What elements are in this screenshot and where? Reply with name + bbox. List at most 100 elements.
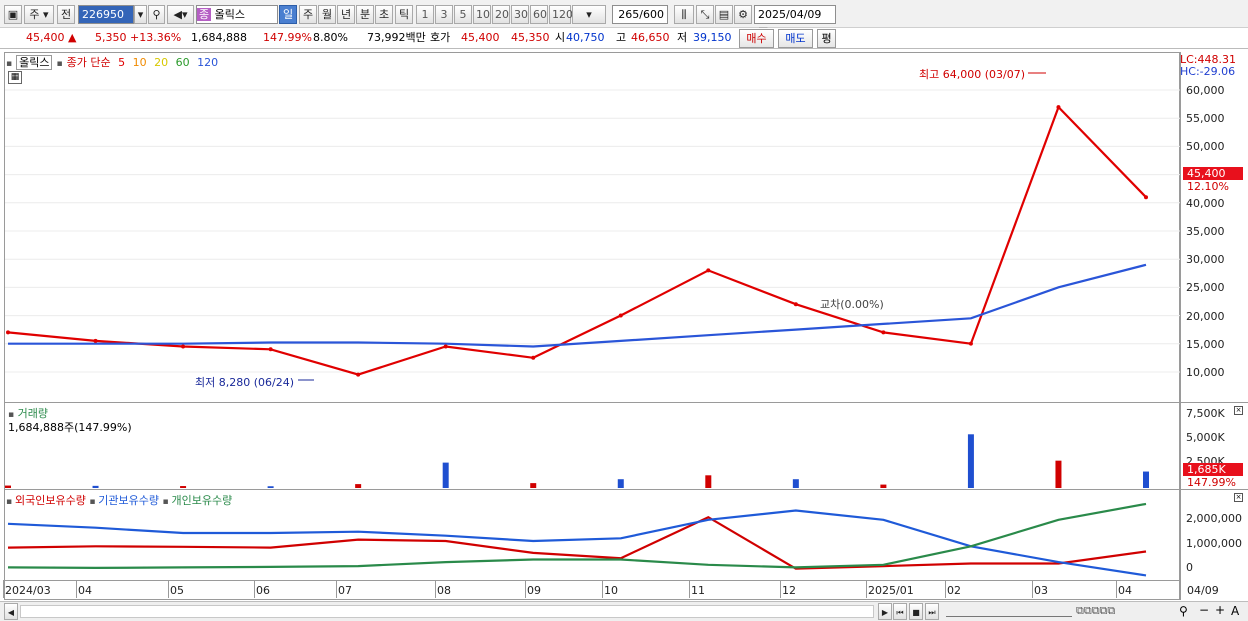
ma-legend-10[interactable]: 10 [129, 56, 147, 69]
volume-bar [1055, 460, 1062, 488]
x-tick: 04 [78, 584, 92, 597]
x-tick: 10 [604, 584, 618, 597]
x-tick: 2025/01 [868, 584, 914, 597]
holdings-legend-1[interactable]: 기관보유수량 [98, 494, 162, 507]
price-point [1144, 195, 1148, 200]
x-tick: 02 [947, 584, 961, 597]
price-point [531, 355, 536, 360]
x-tick: 07 [338, 584, 352, 597]
volume-bar [1143, 471, 1149, 488]
legend-bullet-icon: ▪ [6, 497, 15, 507]
legend-stock-name[interactable]: 올릭스 [16, 55, 53, 70]
x-tick-mark [780, 580, 781, 598]
scroll-right-icon[interactable]: ▶ [878, 603, 892, 620]
price-y-tick: 15,000 [1186, 337, 1225, 351]
x-tick: 2024/03 [5, 584, 51, 597]
x-tick-mark [336, 580, 337, 598]
holdings-legend-0[interactable]: 외국인보유수량 [15, 494, 89, 507]
volume-bar [967, 434, 974, 488]
ma-period-list: 5 10 20 60 120 [115, 56, 223, 69]
volume-panel-value: 1,684,888주(147.99%) [8, 421, 132, 434]
bottom-scroll-bar: ◀ ▶ ⏮ ■ ⏭ ⧉⧉⧉⧉⧉ ⚲ − + A [0, 601, 1248, 621]
price-point [618, 313, 623, 318]
x-tick-mark [168, 580, 169, 598]
price-point [881, 330, 886, 335]
x-tick-mark [945, 580, 946, 598]
volume-panel-close-icon[interactable]: × [1234, 406, 1243, 415]
volume-pct-badge: 147.99% [1187, 476, 1236, 489]
stop-icon[interactable]: ■ [909, 603, 923, 620]
zoom-in-icon[interactable]: + [1215, 603, 1225, 617]
volume-bar [180, 486, 187, 488]
horizontal-scrollbar[interactable] [20, 605, 874, 618]
ma-legend-20[interactable]: 20 [151, 56, 168, 69]
zoom-out-icon[interactable]: − [1199, 603, 1209, 617]
x-tick: 04 [1118, 584, 1132, 597]
volume-y-tick: 5,000K [1186, 431, 1225, 444]
x-tick-mark [76, 580, 77, 598]
price-series-0 [7, 105, 1147, 376]
volume-bar [617, 479, 624, 488]
legend-ma-title[interactable]: 종가 단순 [67, 56, 111, 69]
price-point [356, 372, 361, 377]
zoom-slider[interactable] [946, 606, 1072, 617]
hc-label: HC:-29.06 [1180, 65, 1236, 78]
holdings-series-0 [7, 515, 1147, 570]
x-tick-mark [254, 580, 255, 598]
legend-bullet-icon: ▪ [56, 59, 63, 69]
fast-forward-icon[interactable]: ⏭ [925, 603, 939, 620]
volume-bar [267, 486, 274, 488]
x-tick-mark [866, 580, 867, 598]
x-tick-mark [525, 580, 526, 598]
x-tick-mark [689, 580, 690, 598]
ma-legend-5[interactable]: 5 [115, 56, 125, 69]
holdings-series-1 [7, 509, 1147, 577]
price-point [181, 344, 186, 349]
volume-bar [442, 462, 449, 488]
price-y-tick: 60,000 [1186, 84, 1225, 97]
volume-badge: 1,685K [1183, 463, 1243, 476]
tool-icons[interactable]: ⧉⧉⧉⧉⧉ [1076, 604, 1115, 618]
volume-y-tick: 7,500K [1186, 407, 1225, 420]
font-size-icon[interactable]: A [1231, 604, 1239, 618]
price-y-tick: 25,000 [1186, 281, 1225, 295]
price-y-tick: 50,000 [1186, 140, 1225, 154]
current-price-badge: 45,400 [1183, 167, 1243, 180]
rewind-icon[interactable]: ⏮ [893, 603, 907, 620]
legend-bullet-icon: ▪ [89, 497, 99, 507]
table-toggle-icon[interactable]: ▦ [8, 71, 22, 84]
volume-bar [355, 484, 362, 488]
price-legend: ▪ 올릭스 ▪ 종가 단순 5 10 20 60 120 [6, 54, 226, 70]
price-point [968, 341, 973, 346]
x-tick-mark [435, 580, 436, 598]
holdings-panel-close-icon[interactable]: × [1234, 493, 1243, 502]
max-price-annotation: 최고 64,000 (03/07) [919, 68, 1026, 81]
ma-legend-120[interactable]: 120 [194, 56, 218, 69]
price-point [1056, 105, 1061, 110]
volume-bar [92, 485, 99, 488]
x-tick-mark [1116, 580, 1117, 598]
price-point [793, 302, 798, 307]
price-y-tick: 40,000 [1186, 196, 1225, 210]
holdings-y-tick: 1,000,000 [1186, 536, 1242, 550]
current-pct-badge: 12.10% [1187, 180, 1229, 193]
holdings-series-2 [7, 502, 1147, 570]
zoom-icon[interactable]: ⚲ [1179, 604, 1188, 618]
x-tick: 06 [256, 584, 270, 597]
x-tick-mark [1032, 580, 1033, 598]
ma-legend-60[interactable]: 60 [172, 56, 190, 69]
holdings-legend: ▪ 외국인보유수량 ▪ 기관보유수량 ▪ 개인보유수량 [6, 492, 232, 508]
x-tick: 08 [437, 584, 451, 597]
holdings-y-tick: 2,000,000 [1186, 512, 1242, 525]
x-tick-mark [3, 580, 4, 598]
x-tick: 11 [691, 584, 705, 597]
price-point [93, 338, 98, 343]
holdings-legend-2[interactable]: 개인보유수량 [171, 494, 232, 507]
scroll-left-icon[interactable]: ◀ [4, 603, 18, 620]
volume-bar [705, 475, 712, 488]
x-tick: 03 [1034, 584, 1048, 597]
price-point [268, 347, 273, 352]
x-tick: 09 [527, 584, 541, 597]
chart-canvas[interactable] [0, 0, 1248, 621]
price-y-tick: 55,000 [1186, 112, 1225, 126]
